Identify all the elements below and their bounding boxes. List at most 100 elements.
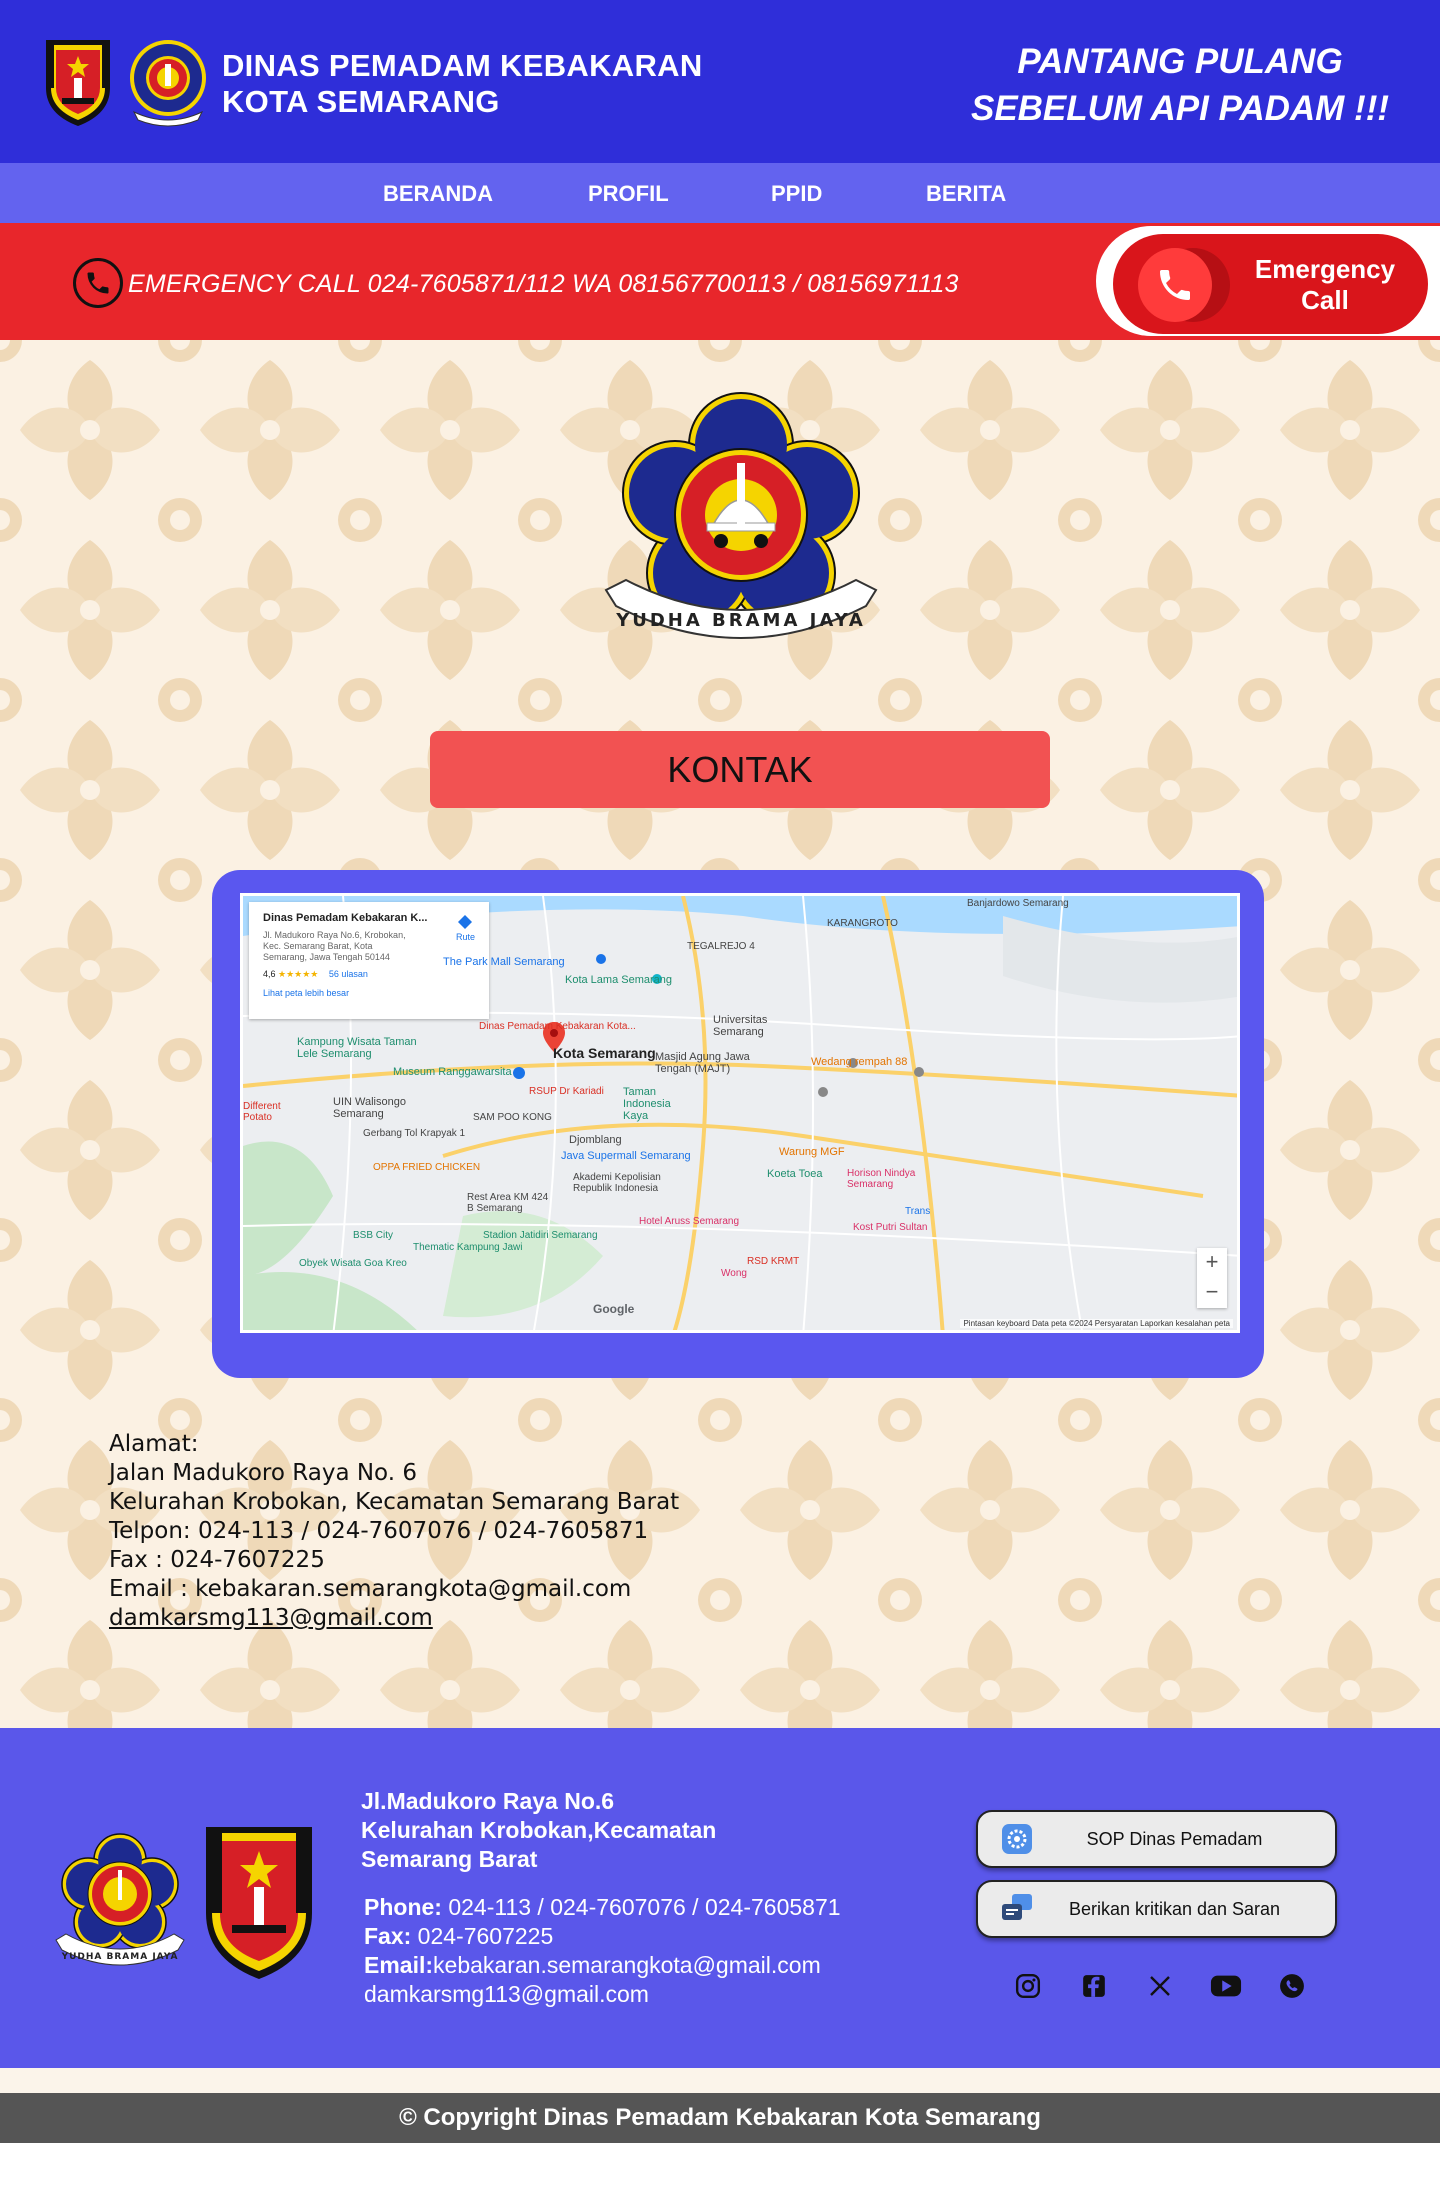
- map-card-reviews[interactable]: 56 ulasan: [329, 969, 368, 979]
- star-rating-icon: ★★★★★: [278, 969, 319, 979]
- footer-address-line1: Jl.Madukoro Raya No.6: [361, 1788, 615, 1814]
- slogan-line2: SEBELUM API PADAM !!!: [970, 89, 1390, 128]
- map-label-banjardowo: Banjardowo Semarang: [967, 898, 1069, 909]
- map-label-museum: Museum Ranggawarsita: [393, 1066, 512, 1078]
- address-label: Alamat:: [109, 1431, 199, 1457]
- google-map-embed[interactable]: Dinas Pemadam Kebakaran K... Jl. Madukor…: [240, 893, 1240, 1333]
- address-kelurahan: Kelurahan Krobokan, Kecamatan Semarang B…: [109, 1489, 680, 1515]
- footer-email2[interactable]: damkarsmg113@gmail.com: [364, 1980, 841, 2009]
- footer-damkar-logo: YUDHA BRAMA JAYA: [50, 1830, 190, 1985]
- emergency-call-text: EMERGENCY CALL 024-7605871/112 WA 081567…: [128, 270, 959, 298]
- contact-address: Alamat: Jalan Madukoro Raya No. 6 Kelura…: [109, 1430, 679, 1633]
- footer-address: Jl.Madukoro Raya No.6 Kelurahan Krobokan…: [361, 1787, 716, 1874]
- map-label-horison: Horison Nindya Semarang: [847, 1168, 916, 1190]
- footer-email-value[interactable]: kebakaran.semarangkota@gmail.com: [433, 1952, 821, 1978]
- kontak-heading: KONTAK: [430, 731, 1050, 808]
- nav-berita[interactable]: BERITA: [926, 181, 1006, 207]
- map-label-gerbang: Gerbang Tol Krapyak 1: [363, 1128, 466, 1139]
- feedback-button[interactable]: Berikan kritikan dan Saran: [976, 1880, 1337, 1938]
- facebook-icon[interactable]: [1078, 1970, 1110, 2002]
- map-label-rsup: RSUP Dr Kariadi: [529, 1086, 604, 1097]
- pemkot-semarang-logo[interactable]: [42, 36, 114, 133]
- footer-logo-text: YUDHA BRAMA JAYA: [61, 1952, 179, 1962]
- map-label-oppa: OPPA FRIED CHICKEN: [373, 1162, 481, 1173]
- map-zoom-controls: + −: [1197, 1248, 1227, 1308]
- map-attribution[interactable]: Pintasan keyboard Data peta ©2024 Persya…: [960, 1319, 1233, 1328]
- address-phone: Telpon: 024-113 / 024-7607076 / 024-7605…: [109, 1518, 649, 1544]
- emergency-call-label[interactable]: Emergency Call: [1250, 254, 1400, 316]
- map-label-trans: Trans: [905, 1206, 931, 1217]
- site-header: DINAS PEMADAM KEBAKARAN KOTA SEMARANG PA…: [0, 0, 1440, 163]
- map-label-uin: UIN Walisongo Semarang: [333, 1096, 406, 1120]
- sop-button[interactable]: SOP Dinas Pemadam: [976, 1810, 1337, 1868]
- map-label-aruss: Hotel Aruss Semarang: [639, 1216, 740, 1227]
- map-card-address: Jl. Madukoro Raya No.6, Krobokan, Kec. S…: [263, 930, 406, 962]
- footer-address-line3: Semarang Barat: [361, 1846, 538, 1872]
- feedback-button-label: Berikan kritikan dan Saran: [1068, 1898, 1281, 1919]
- footer-phone: Phone: 024-113 / 024-7607076 / 024-76058…: [364, 1893, 841, 1922]
- address-street: Jalan Madukoro Raya No. 6: [109, 1460, 417, 1486]
- nav-beranda[interactable]: BERANDA: [383, 181, 493, 207]
- map-label-thematic: Thematic Kampung Jawi: [413, 1242, 523, 1253]
- nav-profil[interactable]: PROFIL: [588, 181, 669, 207]
- map-label-taman: Taman Indonesia Kaya: [623, 1086, 671, 1122]
- map-card-rating-value: 4,6: [263, 969, 276, 979]
- zoom-out-button[interactable]: −: [1197, 1278, 1227, 1308]
- map-label-jatidiri: Stadion Jatidiri Semarang: [483, 1230, 598, 1241]
- map-label-city: Kota Semarang: [553, 1045, 656, 1061]
- social-links: [1012, 1970, 1308, 2002]
- phone-icon: [73, 258, 123, 308]
- x-icon[interactable]: [1144, 1970, 1176, 2002]
- footer-email: Email:kebakaran.semarangkota@gmail.com: [364, 1951, 841, 1980]
- footer-pemkot-logo: [202, 1823, 316, 1988]
- site-title: DINAS PEMADAM KEBAKARAN KOTA SEMARANG: [222, 48, 703, 120]
- map-label-goakreo: Obyek Wisata Goa Kreo: [299, 1258, 407, 1269]
- footer-phone-value: 024-113 / 024-7607076 / 024-7605871: [441, 1894, 841, 1920]
- map-label-masjid: Masjid Agung Jawa Tengah (MAJT): [655, 1051, 750, 1075]
- map-label-wong: Wong: [721, 1268, 747, 1279]
- address-email2-link[interactable]: damkarsmg113@gmail.com: [109, 1605, 433, 1631]
- route-icon: [458, 915, 473, 929]
- map-label-wedang: Wedang rempah 88: [811, 1056, 908, 1068]
- damkar-logo-large: YUDHA BRAMA JAYA: [596, 380, 886, 685]
- nav-ppid[interactable]: PPID: [771, 181, 822, 207]
- map-label-kost: Kost Putri Sultan: [853, 1222, 928, 1233]
- logo-ribbon-text: YUDHA BRAMA JAYA: [615, 610, 866, 631]
- zoom-in-button[interactable]: +: [1197, 1248, 1227, 1278]
- map-label-rsd: RSD KRMT: [747, 1256, 800, 1267]
- gear-icon: [1000, 1822, 1034, 1856]
- map-label-different: Different Potato: [243, 1101, 281, 1123]
- map-label-akpol: Akademi Kepolisian Republik Indonesia: [573, 1172, 661, 1194]
- map-label-karangroto: KARANGROTO: [827, 918, 898, 929]
- map-label-pin: Dinas Pemadam Kebakaran Kota...: [479, 1021, 636, 1032]
- address-fax: Fax : 024-7607225: [109, 1547, 325, 1573]
- footer-address-line2: Kelurahan Krobokan,Kecamatan: [361, 1817, 717, 1843]
- map-label-rest: Rest Area KM 424 B Semarang: [467, 1192, 549, 1214]
- map-label-sampookong: SAM POO KONG: [473, 1112, 552, 1123]
- youtube-icon[interactable]: [1210, 1970, 1242, 2002]
- slogan: PANTANG PULANG SEBELUM API PADAM !!!: [940, 38, 1420, 132]
- site-title-line1: DINAS PEMADAM KEBAKARAN: [222, 48, 703, 83]
- map-label-kotalama: Kota Lama Semarang: [565, 974, 673, 986]
- map-label-warung: Warung MGF: [779, 1146, 845, 1158]
- map-route-button[interactable]: Rute: [456, 914, 475, 942]
- emergency-label-line2: Call: [1301, 285, 1349, 315]
- page-bottom-space: [0, 2143, 1440, 2185]
- map-card-more-link[interactable]: Lihat peta lebih besar: [263, 988, 475, 998]
- emergency-phone-icon[interactable]: [1138, 248, 1212, 322]
- google-logo: Google: [593, 1302, 635, 1316]
- whatsapp-icon[interactable]: [1276, 1970, 1308, 2002]
- footer-fax-value: 024-7607225: [411, 1923, 554, 1949]
- instagram-icon[interactable]: [1012, 1970, 1044, 2002]
- address-email: Email : kebakaran.semarangkota@gmail.com: [109, 1576, 632, 1602]
- map-label-supermall: Java Supermall Semarang: [561, 1150, 691, 1162]
- map-label-bsb: BSB City: [353, 1230, 394, 1241]
- map-label-djomblang: Djomblang: [569, 1134, 622, 1146]
- footer-phone-label: Phone:: [364, 1894, 442, 1920]
- damkar-logo-small[interactable]: [126, 36, 210, 133]
- site-title-line2: KOTA SEMARANG: [222, 84, 500, 119]
- map-label-koeta: Koeta Toea: [767, 1168, 823, 1180]
- copyright-bar: © Copyright Dinas Pemadam Kebakaran Kota…: [0, 2093, 1440, 2143]
- map-route-label: Rute: [455, 932, 475, 942]
- slogan-line1: PANTANG PULANG: [1017, 42, 1343, 81]
